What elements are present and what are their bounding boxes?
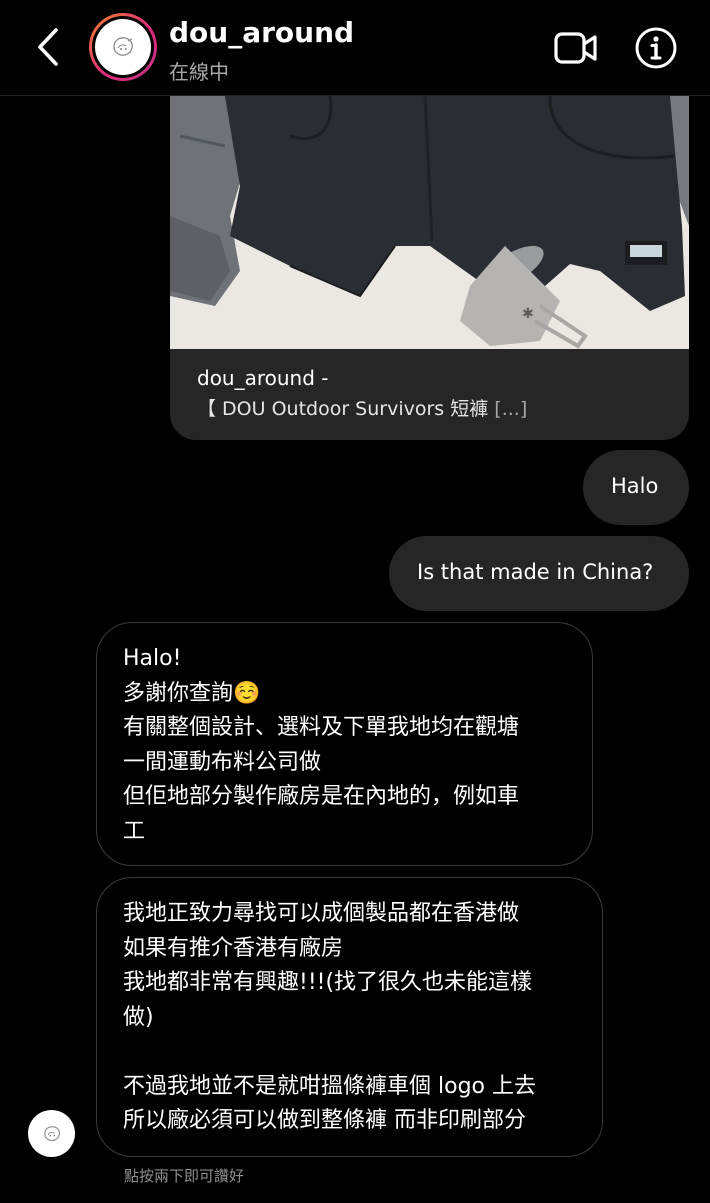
video-call-icon <box>554 32 597 64</box>
incoming-message[interactable]: Halo! 多謝你查詢☺️ 有關整個設計、選料及下單我地均在觀塘 一間運動布料公… <box>96 622 593 866</box>
message-line: 多謝你查詢☺️ <box>123 680 261 706</box>
sender-avatar[interactable] <box>28 1110 75 1157</box>
double-tap-hint: 點按兩下即可讚好 <box>124 1167 245 1185</box>
message-line: 所以廠必須可以做到整條褲 而非印刷部分 <box>123 1108 526 1133</box>
post-caption-text: 【 DOU Outdoor Survivors 短褲 <box>197 398 489 420</box>
post-image[interactable]: ✱ <box>170 96 689 349</box>
message-line: 一間運動布料公司做 <box>123 749 322 775</box>
message-line: Halo! <box>123 646 182 671</box>
online-status: 在線中 <box>169 60 229 84</box>
outgoing-message[interactable]: Is that made in China? <box>389 536 689 611</box>
message-text: Is that made in China? <box>417 560 654 584</box>
message-line: 我地都非常有興趣!!!(找了很久也未能這樣 <box>123 970 533 995</box>
info-button[interactable] <box>634 26 678 70</box>
avatar-logo <box>95 19 151 75</box>
message-line: 做) <box>123 1004 154 1030</box>
info-icon <box>635 27 677 69</box>
post-caption: 【 DOU Outdoor Survivors 短褲 [...] <box>197 394 527 421</box>
post-author: dou_around - <box>197 366 329 390</box>
post-caption-more: [...] <box>488 398 528 420</box>
message-line: 有關整個設計、選料及下單我地均在觀塘 <box>123 715 520 740</box>
brand-logo-icon <box>113 37 133 56</box>
message-line: 不過我地並不是就咁搵條褲車個 logo 上去 <box>123 1073 536 1099</box>
chat-username[interactable]: dou_around <box>169 16 354 49</box>
outgoing-message[interactable]: Halo <box>583 450 689 525</box>
chevron-left-icon <box>38 28 58 66</box>
shorts-product-photo: ✱ <box>170 96 689 349</box>
back-button[interactable] <box>28 24 68 70</box>
incoming-message[interactable]: 我地正致力尋找可以成個製品都在香港做 如果有推介香港有廠房 我地都非常有興趣!!… <box>96 877 603 1157</box>
message-line: 我地正致力尋找可以成個製品都在香港做 <box>123 901 520 926</box>
brand-logo-icon <box>43 1125 60 1141</box>
message-text: Halo <box>611 474 659 498</box>
message-line: 但佢地部分製作廠房是在內地的，例如車 <box>123 784 520 809</box>
svg-text:✱: ✱ <box>522 306 534 322</box>
video-call-button[interactable] <box>553 28 599 68</box>
message-line: 如果有推介香港有廠房 <box>123 935 344 961</box>
avatar-ring-gap <box>92 16 154 78</box>
profile-avatar[interactable] <box>89 13 157 81</box>
shared-post-card[interactable]: ✱ dou_around - 【 DOU Outdoor Survivors 短… <box>170 96 689 440</box>
chat-header: dou_around 在線中 <box>0 0 710 96</box>
message-line: 工 <box>123 818 146 844</box>
